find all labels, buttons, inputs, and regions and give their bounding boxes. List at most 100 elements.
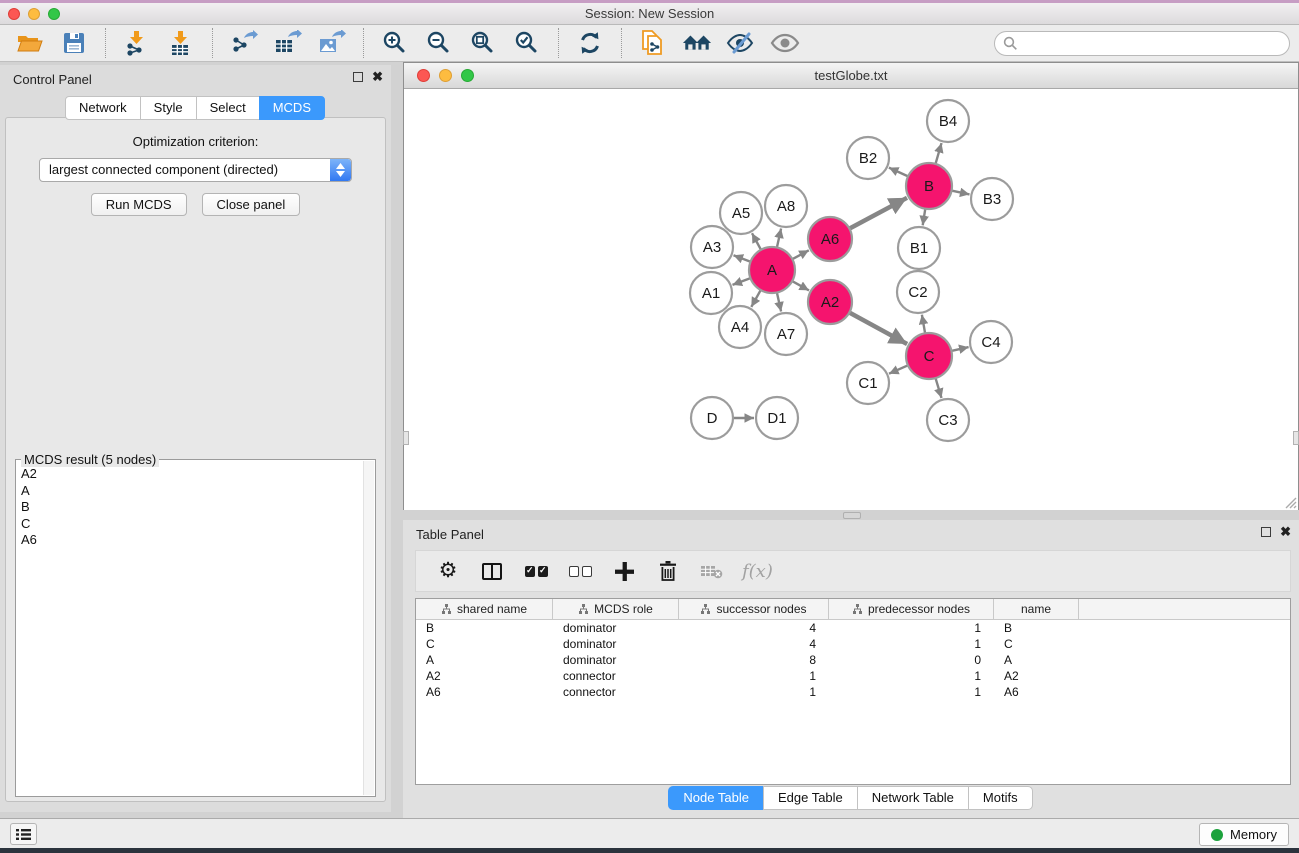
- graph-edge-B-B1[interactable]: [923, 209, 926, 226]
- task-history-button[interactable]: [10, 823, 37, 845]
- close-table-panel-icon[interactable]: ✖: [1280, 527, 1291, 537]
- tab-mcds[interactable]: MCDS: [259, 96, 325, 120]
- table-row[interactable]: Adominator80A: [416, 652, 1290, 668]
- column-header[interactable]: predecessor nodes: [829, 599, 994, 619]
- graph-edge-C-C4[interactable]: [951, 347, 968, 351]
- graph-edge-A-A5[interactable]: [752, 233, 761, 250]
- export-network-icon[interactable]: [229, 28, 259, 58]
- graph-edge-A-A3[interactable]: [734, 255, 751, 262]
- column-header[interactable]: shared name: [416, 599, 553, 619]
- select-all-icon[interactable]: [523, 558, 549, 584]
- graph-edge-A6-B[interactable]: [849, 198, 907, 229]
- zoom-out-icon[interactable]: [424, 28, 454, 58]
- clone-network-icon[interactable]: [638, 28, 668, 58]
- open-session-icon[interactable]: [15, 28, 45, 58]
- table-row[interactable]: Cdominator41C: [416, 636, 1290, 652]
- optimization-criterion-select[interactable]: largest connected component (directed): [39, 158, 352, 182]
- network-canvas[interactable]: B4B2BB3A8A5A6A3B1AC2A1A2A4A7C4CC1C3DD1: [404, 89, 1298, 510]
- mcds-result-scrollbar[interactable]: [363, 461, 374, 795]
- table-cell[interactable]: connector: [553, 669, 679, 683]
- table-cell[interactable]: 8: [679, 653, 829, 667]
- tab-edge-table[interactable]: Edge Table: [763, 786, 858, 810]
- search-input[interactable]: [994, 31, 1290, 56]
- table-cell[interactable]: 0: [829, 653, 994, 667]
- close-panel-button[interactable]: Close panel: [202, 193, 301, 216]
- table-cell[interactable]: A6: [416, 685, 553, 699]
- export-image-icon[interactable]: [317, 28, 347, 58]
- table-cell[interactable]: dominator: [553, 637, 679, 651]
- column-header[interactable]: name: [994, 599, 1079, 619]
- table-cell[interactable]: connector: [553, 685, 679, 699]
- save-session-icon[interactable]: [59, 28, 89, 58]
- home-networks-icon[interactable]: [682, 28, 712, 58]
- table-cell[interactable]: A: [994, 653, 1079, 667]
- mcds-result-item[interactable]: A6: [21, 532, 362, 549]
- mcds-result-item[interactable]: A: [21, 483, 362, 500]
- delete-column-trash-icon[interactable]: [655, 558, 681, 584]
- table-cell[interactable]: A: [416, 653, 553, 667]
- tab-node-table[interactable]: Node Table: [668, 786, 764, 810]
- show-columns-icon[interactable]: [479, 558, 505, 584]
- column-header[interactable]: successor nodes: [679, 599, 829, 619]
- table-cell[interactable]: A2: [994, 669, 1079, 683]
- zoom-fit-icon[interactable]: [468, 28, 498, 58]
- table-cell[interactable]: 1: [829, 685, 994, 699]
- mcds-result-item[interactable]: A2: [21, 466, 362, 483]
- float-panel-icon[interactable]: [353, 72, 363, 82]
- horizontal-splitter-handle[interactable]: [843, 512, 861, 519]
- deselect-all-icon[interactable]: [567, 558, 593, 584]
- graph-edge-A-A2[interactable]: [792, 281, 809, 290]
- graph-edge-A-A4[interactable]: [751, 290, 760, 307]
- table-cell[interactable]: A6: [994, 685, 1079, 699]
- table-cell[interactable]: C: [416, 637, 553, 651]
- table-cell[interactable]: dominator: [553, 621, 679, 635]
- table-cell[interactable]: 4: [679, 637, 829, 651]
- export-table-icon[interactable]: [273, 28, 303, 58]
- hide-selected-eye-icon[interactable]: [726, 28, 756, 58]
- tab-style[interactable]: Style: [140, 96, 197, 120]
- zoom-selected-icon[interactable]: [512, 28, 542, 58]
- table-row[interactable]: Bdominator41B: [416, 620, 1290, 636]
- graph-edge-B-B2[interactable]: [889, 168, 908, 177]
- tab-network-table[interactable]: Network Table: [857, 786, 969, 810]
- right-edge-grip[interactable]: [1293, 431, 1299, 445]
- graph-edge-A-A8[interactable]: [777, 229, 781, 248]
- table-cell[interactable]: B: [416, 621, 553, 635]
- tab-motifs[interactable]: Motifs: [968, 786, 1033, 810]
- graph-edge-C-C2[interactable]: [922, 315, 925, 334]
- graph-edge-A2-C[interactable]: [849, 313, 907, 345]
- tab-network[interactable]: Network: [65, 96, 141, 120]
- table-cell[interactable]: A2: [416, 669, 553, 683]
- graph-edge-B-B4[interactable]: [936, 143, 942, 164]
- left-edge-grip[interactable]: [403, 431, 409, 445]
- table-cell[interactable]: C: [994, 637, 1079, 651]
- table-cell[interactable]: 1: [829, 621, 994, 635]
- memory-button[interactable]: Memory: [1199, 823, 1289, 846]
- table-cell[interactable]: 1: [679, 685, 829, 699]
- table-cell[interactable]: 1: [829, 637, 994, 651]
- show-eye-icon[interactable]: [770, 28, 800, 58]
- graph-edge-C-C3[interactable]: [936, 378, 942, 398]
- mcds-result-item[interactable]: B: [21, 499, 362, 516]
- table-cell[interactable]: 1: [679, 669, 829, 683]
- float-table-panel-icon[interactable]: [1261, 527, 1271, 537]
- mcds-result-item[interactable]: C: [21, 516, 362, 533]
- table-mode-gear-icon[interactable]: ⚙: [435, 558, 461, 584]
- table-row[interactable]: A6connector11A6: [416, 684, 1290, 700]
- import-table-icon[interactable]: [166, 28, 196, 58]
- table-cell[interactable]: dominator: [553, 653, 679, 667]
- tab-select[interactable]: Select: [196, 96, 260, 120]
- column-header[interactable]: MCDS role: [553, 599, 679, 619]
- table-cell[interactable]: 4: [679, 621, 829, 635]
- graph-edge-A-A6[interactable]: [792, 250, 809, 259]
- close-panel-icon[interactable]: ✖: [372, 72, 383, 82]
- graph-edge-A-A7[interactable]: [777, 293, 781, 312]
- graph-edge-B-B3[interactable]: [952, 191, 970, 195]
- graph-edge-C-C1[interactable]: [889, 365, 908, 373]
- zoom-in-icon[interactable]: [380, 28, 410, 58]
- graph-edge-A-A1[interactable]: [733, 278, 751, 285]
- table-cell[interactable]: 1: [829, 669, 994, 683]
- network-window-titlebar[interactable]: testGlobe.txt: [404, 63, 1298, 89]
- table-row[interactable]: A2connector11A2: [416, 668, 1290, 684]
- add-column-icon[interactable]: [611, 558, 637, 584]
